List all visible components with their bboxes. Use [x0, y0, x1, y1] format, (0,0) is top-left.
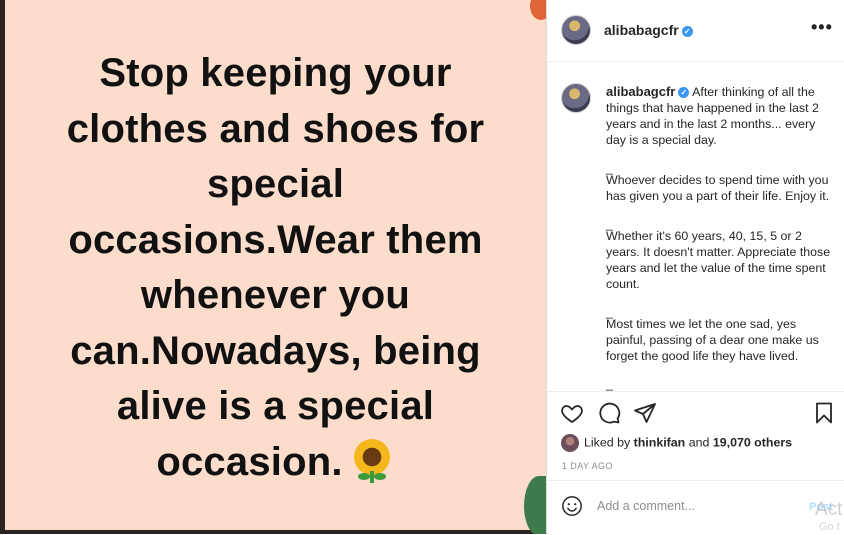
likes-count[interactable]: 19,070 others — [713, 435, 792, 449]
quote-line: can.Nowadays, being — [70, 328, 481, 373]
caption-separator: _ — [606, 217, 613, 231]
heart-icon[interactable] — [560, 401, 584, 425]
paper-plane-icon[interactable] — [633, 401, 657, 425]
caption-separator: _ — [606, 377, 613, 391]
liked-and: and — [688, 435, 710, 450]
liker-username[interactable]: thinkifan — [634, 435, 686, 449]
post-image[interactable]: Stop keeping your clothes and shoes for … — [0, 0, 546, 534]
avatar[interactable] — [561, 15, 591, 45]
comment-icon[interactable] — [597, 401, 621, 425]
caption-username[interactable]: alibabagcfr — [606, 84, 675, 99]
activation-watermark-sub: Go t — [819, 521, 840, 533]
bookmark-icon[interactable] — [812, 401, 836, 425]
quote-line: alive is a special — [116, 384, 435, 428]
caption-paragraph: Most times we let the one sad, yes painf… — [606, 317, 819, 363]
caption-separator: _ — [606, 305, 613, 319]
post-header: alibabagcfr ✓ ••• — [547, 0, 844, 62]
caption-paragraph: alibabagcfr ✓ After thinking of all the t… — [606, 84, 834, 148]
quote-line: clothes and shoes for — [66, 106, 485, 151]
comment-box: Post Act Go t — [547, 480, 844, 535]
quote-line: special — [206, 162, 345, 206]
liker-avatar[interactable] — [561, 434, 579, 452]
caption-text: alibabagcfr ✓ After thinking of all the t… — [606, 84, 834, 391]
smiley-icon[interactable] — [561, 495, 583, 517]
quote-line: occasion. — [156, 439, 343, 484]
username-link[interactable]: alibabagcfr ✓ — [604, 22, 693, 38]
quote-last-line: occasion. — [5, 435, 546, 491]
action-bar — [547, 392, 844, 432]
more-options-icon[interactable]: ••• — [811, 17, 833, 38]
caption-separator: _ — [606, 161, 613, 175]
liked-prefix: Liked by — [584, 435, 631, 450]
caption-area: alibabagcfr ✓ After thinking of all the t… — [547, 61, 844, 392]
activation-watermark: Act — [815, 499, 843, 520]
caption-paragraph: Whoever decides to spend time with you h… — [606, 173, 830, 203]
comment-input[interactable] — [597, 499, 797, 513]
likes-summary: Liked by thinkifan and 19,070 others — [561, 434, 792, 452]
caption-avatar[interactable] — [561, 83, 591, 113]
sunflower-icon — [349, 437, 395, 483]
quote-line: whenever you — [140, 273, 411, 317]
post-timestamp[interactable]: 1 DAY AGO — [562, 461, 613, 471]
verified-badge-icon: ✓ — [681, 26, 693, 37]
quote-text: Stop keeping your clothes and shoes for … — [5, 46, 546, 490]
quote-line: Stop keeping your — [99, 51, 452, 95]
caption-paragraph: Whether it's 60 years, 40, 15, 5 or 2 ye… — [606, 229, 831, 291]
quote-line: occasions.Wear them — [68, 217, 483, 262]
verified-badge-icon: ✓ — [678, 87, 690, 98]
post-details-panel: alibabagcfr ✓ ••• alibabagcfr ✓ After thin… — [546, 0, 844, 534]
username-text[interactable]: alibabagcfr — [604, 22, 679, 38]
